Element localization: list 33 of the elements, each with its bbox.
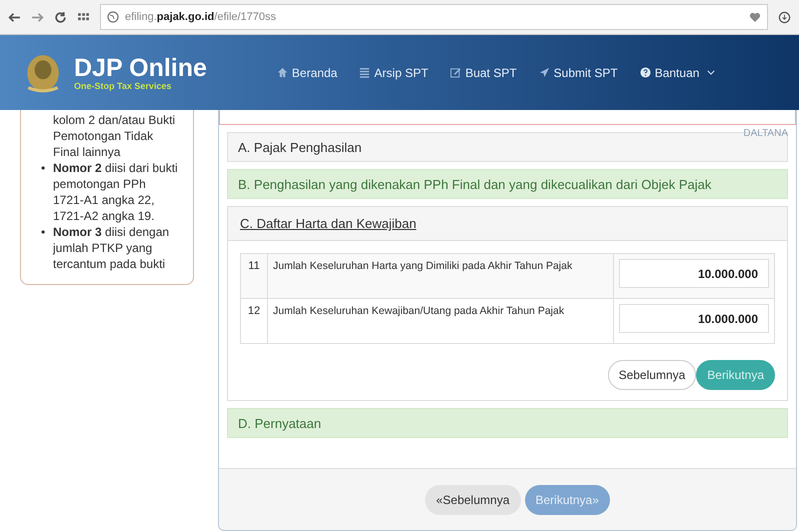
help-text: Nomor 3 diisi dengan jumlah PTKP yang tercantum pada bukti — [53, 224, 170, 272]
bullet: • — [41, 160, 46, 177]
list-icon — [359, 67, 370, 78]
nav-link[interactable]: Bantuan — [640, 66, 716, 80]
heart-icon[interactable] — [749, 11, 761, 23]
address-bar[interactable]: efiling.pajak.go.id/efile/1770ss — [100, 4, 768, 30]
amount-field[interactable]: 10.000.000 — [619, 304, 769, 333]
previous-button[interactable]: Sebelumnya — [608, 360, 696, 390]
nav-link[interactable]: Beranda — [276, 66, 338, 80]
nav-link[interactable]: Submit SPT — [538, 66, 618, 80]
forward-icon[interactable] — [31, 10, 44, 24]
row-number: 12 — [240, 298, 268, 344]
row-label: Jumlah Keseluruhan Kewajiban/Utang pada Akhir Tahun Pajak — [268, 298, 614, 344]
previous-button[interactable]: «Sebelumnya — [425, 484, 520, 514]
edit-icon — [450, 67, 462, 78]
download-icon[interactable] — [778, 10, 791, 24]
nav-link[interactable]: Arsip SPT — [359, 66, 428, 80]
section-header[interactable]: D. Pernyataan — [227, 408, 788, 438]
row-label: Jumlah Keseluruhan Harta yang Dimiliki pada Akhir Tahun Pajak — [268, 254, 614, 298]
bullet: • — [41, 224, 46, 241]
help-text: Nomor 2 diisi dari bukti pemotongan PPh 1721-A1 angka 22, 1721-A2 angka 19. — [53, 160, 178, 224]
back-icon[interactable] — [8, 10, 21, 24]
nav-link[interactable]: Buat SPT — [450, 66, 517, 80]
paper-plane-icon — [538, 67, 550, 78]
reload-icon[interactable] — [54, 10, 67, 24]
help-icon — [640, 67, 651, 78]
brand-tagline: One-Stop Tax Services — [74, 80, 172, 90]
brand-name: DJP Online — [74, 54, 207, 80]
home-icon — [276, 67, 288, 78]
section-header[interactable]: B. Penghasilan yang dikenakan PPh Final dan yang dikecualikan dari Objek Pajak — [227, 169, 788, 199]
amount-field[interactable]: 10.000.000 — [619, 259, 769, 288]
row-number: 11 — [240, 254, 268, 298]
section-header[interactable]: C. Daftar Harta dan Kewajiban — [240, 216, 416, 231]
